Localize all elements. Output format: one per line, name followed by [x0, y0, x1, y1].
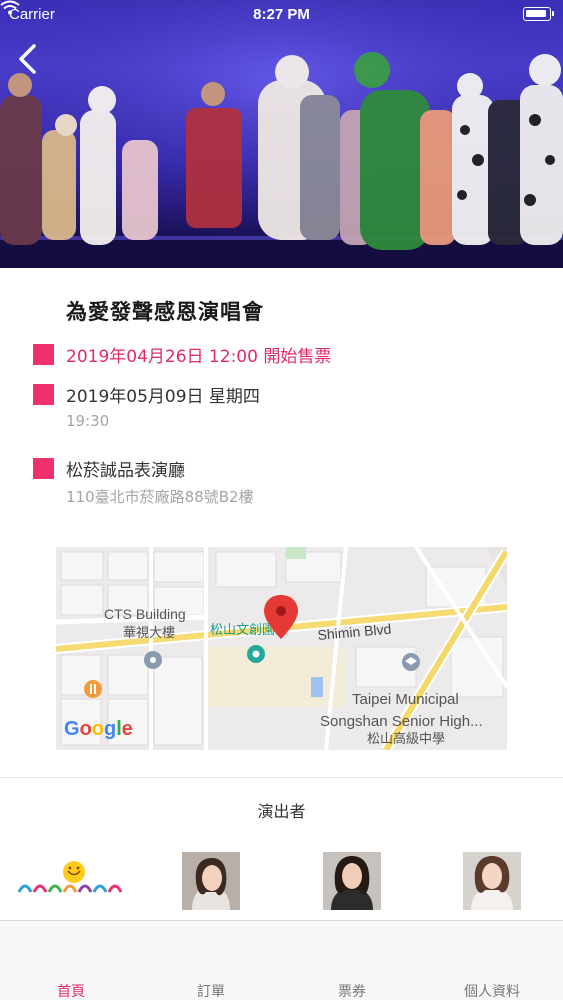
battery-icon: [523, 7, 554, 21]
event-date: 2019年05月09日 星期四: [66, 387, 260, 407]
back-button[interactable]: [10, 38, 44, 78]
tab-home[interactable]: 首頁: [21, 981, 121, 1000]
venue-map[interactable]: CTS Building 華視大樓 松山文創園區 Shimin Blvd Tai…: [56, 547, 507, 750]
venue-name: 松菸誠品表演廳: [66, 461, 185, 481]
venue-marker: [33, 458, 54, 479]
venue-address: 110臺北市菸廠路88號B2樓: [66, 488, 254, 506]
event-time: 19:30: [66, 412, 110, 430]
performer-logo[interactable]: [16, 856, 126, 906]
chevron-left-icon: [19, 44, 36, 74]
sale-marker: [33, 344, 54, 365]
performer-avatar[interactable]: [182, 852, 240, 910]
tab-tickets[interactable]: 票券: [302, 981, 402, 1000]
performer-avatar[interactable]: [463, 852, 521, 910]
sale-start-text: 2019年04月26日 12:00 開始售票: [66, 347, 332, 367]
art-icon: [247, 645, 265, 663]
map-label-school-zh: 松山高級中學: [367, 731, 445, 746]
tab-bar: 首頁 訂單 票券 個人資料: [0, 920, 563, 1000]
tab-profile[interactable]: 個人資料: [442, 981, 542, 1000]
tab-orders[interactable]: 訂單: [161, 981, 261, 1000]
school-icon: [402, 653, 420, 671]
date-marker: [33, 384, 54, 405]
map-label-school-2: Songshan Senior High...: [320, 713, 483, 730]
google-logo: Google: [64, 718, 133, 740]
hero-image: Carrier 8:27 PM: [0, 0, 563, 268]
map-label-cts: CTS Building: [104, 606, 186, 622]
restaurant-icon: [84, 680, 102, 698]
section-divider: [0, 777, 563, 778]
event-title: 為愛發聲感恩演唱會: [66, 300, 264, 324]
map-label-school-1: Taipei Municipal: [352, 691, 459, 708]
performers-heading: 演出者: [257, 802, 306, 821]
status-time: 8:27 PM: [253, 6, 310, 23]
location-icon: [144, 651, 162, 669]
status-bar: Carrier 8:27 PM: [0, 0, 563, 30]
performer-avatar[interactable]: [323, 852, 381, 910]
svg-text:Google: Google: [64, 718, 133, 740]
map-label-cts-zh: 華視大樓: [123, 625, 175, 640]
stage-photo: [0, 0, 563, 268]
